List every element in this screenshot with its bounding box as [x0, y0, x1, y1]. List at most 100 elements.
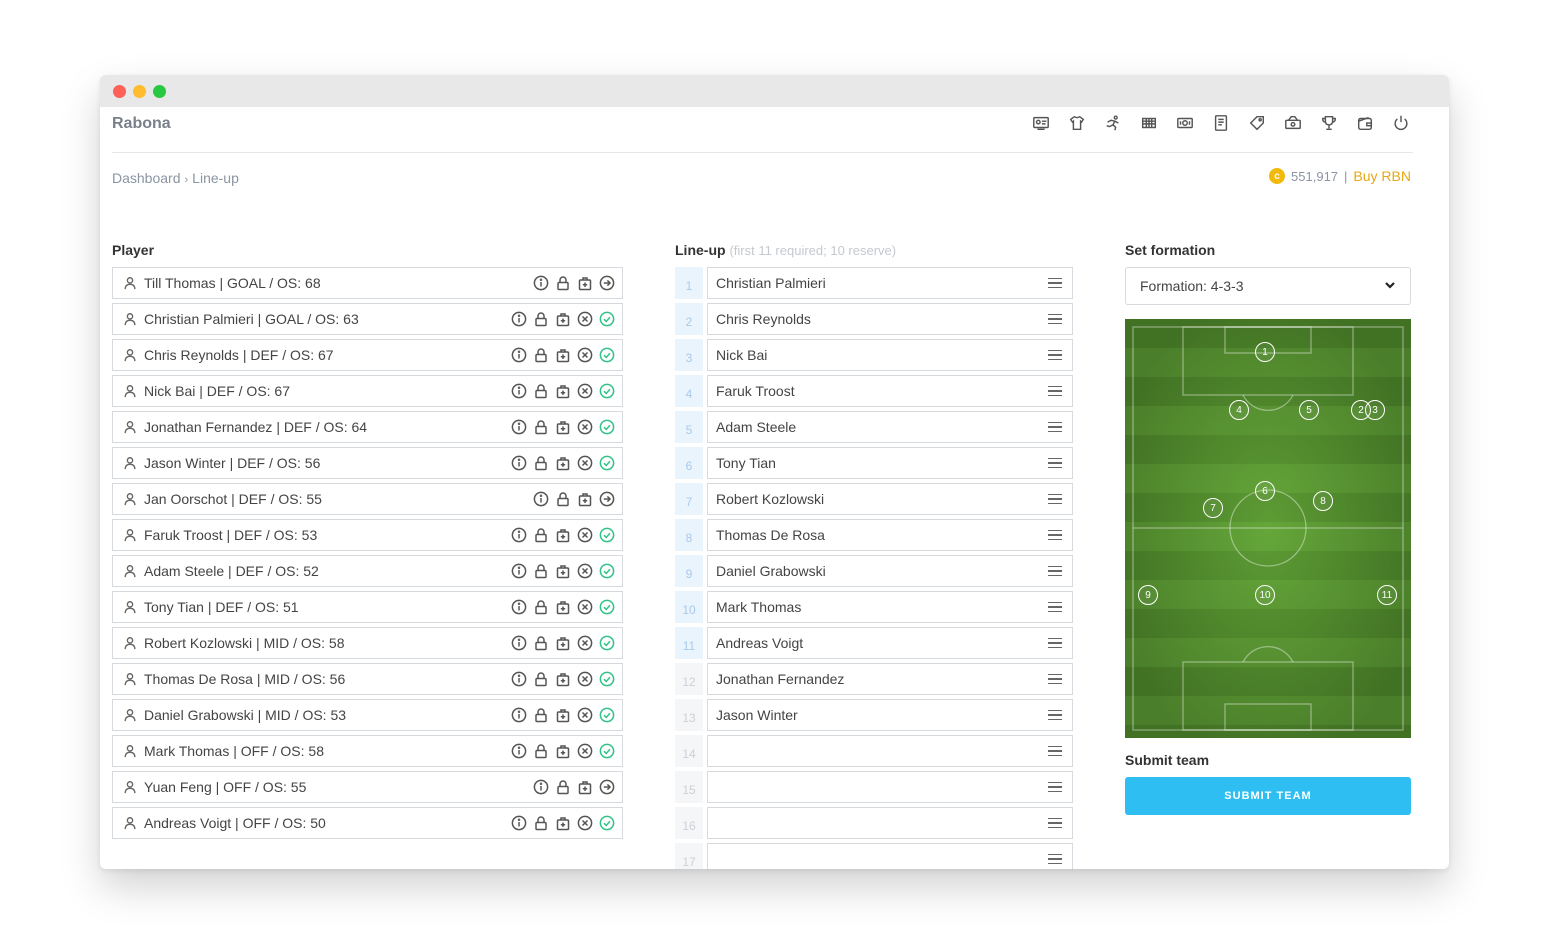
- lineup-slot[interactable]: Nick Bai: [707, 339, 1073, 371]
- lineup-slot[interactable]: Robert Kozlowski: [707, 483, 1073, 515]
- tag-icon[interactable]: [1245, 113, 1269, 133]
- player-info-icon[interactable]: [511, 347, 527, 363]
- lineup-slot[interactable]: [707, 735, 1073, 767]
- player-row[interactable]: Christian Palmieri | GOAL / OS: 63: [112, 303, 623, 335]
- drag-handle-icon[interactable]: [1048, 817, 1062, 829]
- medkit-icon[interactable]: [577, 491, 593, 507]
- dashboard-icon[interactable]: [1029, 113, 1053, 133]
- lineup-slot[interactable]: Andreas Voigt: [707, 627, 1073, 659]
- check-icon[interactable]: [599, 383, 615, 399]
- lock-icon[interactable]: [533, 311, 549, 327]
- lineup-slot[interactable]: Thomas De Rosa: [707, 519, 1073, 551]
- lock-icon[interactable]: [533, 815, 549, 831]
- formation-position-marker[interactable]: 9: [1138, 585, 1158, 605]
- check-icon[interactable]: [599, 527, 615, 543]
- buy-rbn-link[interactable]: Buy RBN: [1353, 168, 1411, 184]
- player-info-icon[interactable]: [533, 779, 549, 795]
- formation-position-marker[interactable]: 7: [1203, 498, 1223, 518]
- remove-icon[interactable]: [577, 743, 593, 759]
- player-row[interactable]: Adam Steele | DEF / OS: 52: [112, 555, 623, 587]
- formation-position-marker[interactable]: 10: [1255, 585, 1275, 605]
- player-row[interactable]: Jan Oorschot | DEF / OS: 55: [112, 483, 623, 515]
- remove-icon[interactable]: [577, 419, 593, 435]
- player-row[interactable]: Faruk Troost | DEF / OS: 53: [112, 519, 623, 551]
- stadium-icon[interactable]: [1137, 113, 1161, 133]
- formation-position-marker[interactable]: 3: [1365, 400, 1385, 420]
- medkit-icon[interactable]: [555, 815, 571, 831]
- remove-icon[interactable]: [577, 347, 593, 363]
- drag-handle-icon[interactable]: [1048, 745, 1062, 757]
- player-row[interactable]: Andreas Voigt | OFF / OS: 50: [112, 807, 623, 839]
- player-info-icon[interactable]: [511, 635, 527, 651]
- add-to-lineup-icon[interactable]: [599, 491, 615, 507]
- player-row[interactable]: Thomas De Rosa | MID / OS: 56: [112, 663, 623, 695]
- close-window-button[interactable]: [113, 85, 126, 98]
- player-row[interactable]: Till Thomas | GOAL / OS: 68: [112, 267, 623, 299]
- medkit-icon[interactable]: [555, 707, 571, 723]
- medkit-icon[interactable]: [555, 419, 571, 435]
- check-icon[interactable]: [599, 599, 615, 615]
- player-row[interactable]: Jonathan Fernandez | DEF / OS: 64: [112, 411, 623, 443]
- drag-handle-icon[interactable]: [1048, 385, 1062, 397]
- lock-icon[interactable]: [533, 671, 549, 687]
- lineup-slot[interactable]: Tony Tian: [707, 447, 1073, 479]
- lock-icon[interactable]: [555, 491, 571, 507]
- player-info-icon[interactable]: [511, 419, 527, 435]
- remove-icon[interactable]: [577, 527, 593, 543]
- lineup-slot[interactable]: Chris Reynolds: [707, 303, 1073, 335]
- lock-icon[interactable]: [555, 779, 571, 795]
- lock-icon[interactable]: [533, 743, 549, 759]
- medkit-icon[interactable]: [577, 275, 593, 291]
- remove-icon[interactable]: [577, 455, 593, 471]
- player-info-icon[interactable]: [511, 527, 527, 543]
- lineup-slot[interactable]: Jason Winter: [707, 699, 1073, 731]
- report-icon[interactable]: [1209, 113, 1233, 133]
- lock-icon[interactable]: [533, 599, 549, 615]
- medkit-icon[interactable]: [555, 599, 571, 615]
- player-row[interactable]: Nick Bai | DEF / OS: 67: [112, 375, 623, 407]
- lineup-slot[interactable]: Faruk Troost: [707, 375, 1073, 407]
- drag-handle-icon[interactable]: [1048, 709, 1062, 721]
- player-row[interactable]: Tony Tian | DEF / OS: 51: [112, 591, 623, 623]
- lock-icon[interactable]: [533, 527, 549, 543]
- remove-icon[interactable]: [577, 383, 593, 399]
- formation-position-marker[interactable]: 1: [1255, 342, 1275, 362]
- cash-icon[interactable]: [1281, 113, 1305, 133]
- medkit-icon[interactable]: [555, 311, 571, 327]
- maximize-window-button[interactable]: [153, 85, 166, 98]
- lineup-slot[interactable]: [707, 807, 1073, 839]
- lock-icon[interactable]: [533, 383, 549, 399]
- lock-icon[interactable]: [533, 455, 549, 471]
- lock-icon[interactable]: [533, 419, 549, 435]
- formation-position-marker[interactable]: 5: [1299, 400, 1319, 420]
- check-icon[interactable]: [599, 347, 615, 363]
- medkit-icon[interactable]: [555, 743, 571, 759]
- check-icon[interactable]: [599, 563, 615, 579]
- player-row[interactable]: Yuan Feng | OFF / OS: 55: [112, 771, 623, 803]
- drag-handle-icon[interactable]: [1048, 349, 1062, 361]
- formation-select[interactable]: Formation: 4-3-3: [1125, 267, 1411, 305]
- lock-icon[interactable]: [533, 347, 549, 363]
- check-icon[interactable]: [599, 419, 615, 435]
- player-info-icon[interactable]: [511, 311, 527, 327]
- formation-position-marker[interactable]: 11: [1377, 585, 1397, 605]
- check-icon[interactable]: [599, 743, 615, 759]
- submit-team-button[interactable]: SUBMIT TEAM: [1125, 777, 1411, 815]
- player-info-icon[interactable]: [511, 707, 527, 723]
- drag-handle-icon[interactable]: [1048, 853, 1062, 865]
- wallet-icon[interactable]: [1353, 113, 1377, 133]
- breadcrumb-dashboard-link[interactable]: Dashboard: [112, 170, 181, 186]
- player-info-icon[interactable]: [511, 383, 527, 399]
- lock-icon[interactable]: [533, 635, 549, 651]
- player-row[interactable]: Robert Kozlowski | MID / OS: 58: [112, 627, 623, 659]
- add-to-lineup-icon[interactable]: [599, 779, 615, 795]
- player-info-icon[interactable]: [533, 275, 549, 291]
- check-icon[interactable]: [599, 671, 615, 687]
- add-to-lineup-icon[interactable]: [599, 275, 615, 291]
- player-info-icon[interactable]: [533, 491, 549, 507]
- drag-handle-icon[interactable]: [1048, 601, 1062, 613]
- drag-handle-icon[interactable]: [1048, 565, 1062, 577]
- drag-handle-icon[interactable]: [1048, 277, 1062, 289]
- formation-position-marker[interactable]: 4: [1229, 400, 1249, 420]
- jersey-icon[interactable]: [1065, 113, 1089, 133]
